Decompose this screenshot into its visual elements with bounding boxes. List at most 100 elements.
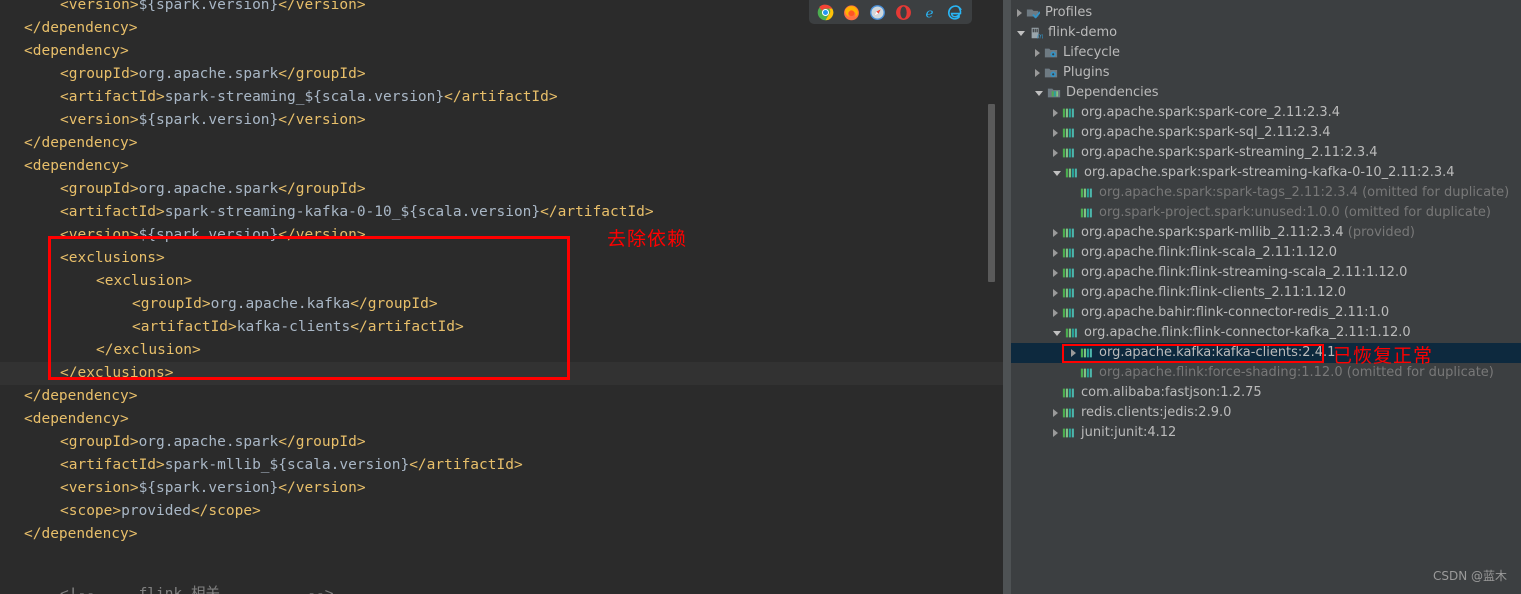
maven-tree-row[interactable]: Dependencies [1011,83,1521,103]
edge-icon[interactable] [947,4,964,21]
maven-tree-row[interactable]: org.apache.spark:spark-tags_2.11:2.3.4 (… [1011,183,1521,203]
chevron-right-icon[interactable] [1071,349,1076,357]
browser-preview-bar[interactable]: e [809,0,972,24]
code-line[interactable]: <version>${spark.version}</version> [0,224,1003,247]
dependency-icon [1065,168,1077,178]
chevron-down-icon[interactable] [1053,170,1061,176]
dependency-icon [1062,248,1074,258]
maven-tree-row-label: org.apache.spark:spark-tags_2.11:2.3.4 (… [1099,185,1510,200]
maven-tree-row-label: Dependencies [1066,85,1159,100]
maven-tree-row[interactable]: Profiles [1011,3,1521,23]
dependency-icon [1062,388,1074,398]
chevron-down-icon[interactable] [1053,330,1061,336]
code-line[interactable]: <version>${spark.version}</version> [0,109,1003,132]
chevron-right-icon[interactable] [1053,409,1058,417]
chevron-right-icon[interactable] [1053,269,1058,277]
chevron-right-icon[interactable] [1053,129,1058,137]
maven-tree-row[interactable]: org.apache.flink:flink-streaming-scala_2… [1011,263,1521,283]
opera-icon[interactable] [895,4,912,21]
code-line[interactable]: <groupId>org.apache.spark</groupId> [0,431,1003,454]
code-line[interactable]: <groupId>org.apache.kafka</groupId> [0,293,1003,316]
code-line[interactable]: <artifactId>spark-streaming_${scala.vers… [0,86,1003,109]
code-line[interactable]: </dependency> [0,132,1003,155]
csdn-watermark: CSDN @蓝木 [1432,569,1507,583]
maven-tree-row[interactable]: org.apache.flink:flink-clients_2.11:1.12… [1011,283,1521,303]
chevron-right-icon[interactable] [1053,289,1058,297]
maven-tree-row[interactable]: org.apache.spark:spark-sql_2.11:2.3.4 [1011,123,1521,143]
profiles-icon [1026,9,1040,19]
chevron-down-icon[interactable] [1035,90,1043,96]
code-line[interactable]: </exclusions> [0,362,1003,385]
chevron-right-icon[interactable] [1035,49,1040,57]
code-line[interactable]: <artifactId>spark-mllib_${scala.version}… [0,454,1003,477]
editor-scrollbar-track[interactable] [985,0,997,594]
firefox-icon[interactable] [843,4,860,21]
maven-annotation-label: 已恢复正常 [1333,345,1434,367]
chevron-right-icon[interactable] [1017,9,1022,17]
maven-tree-row[interactable]: com.alibaba:fastjson:1.2.75 [1011,383,1521,403]
maven-tree-row-label: org.apache.flink:force-shading:1.12.0 (o… [1099,365,1494,380]
code-line[interactable]: <dependency> [0,408,1003,431]
maven-tree-row[interactable]: junit:junit:4.12 [1011,423,1521,443]
maven-tree-row[interactable]: org.apache.spark:spark-streaming-kafka-0… [1011,163,1521,183]
maven-tree-row[interactable]: Plugins [1011,63,1521,83]
chevron-right-icon[interactable] [1053,109,1058,117]
maven-tree-row[interactable]: org.apache.flink:flink-connector-kafka_2… [1011,323,1521,343]
panel-divider[interactable] [1003,0,1011,594]
dependency-icon [1080,368,1092,378]
code-line[interactable]: <groupId>org.apache.spark</groupId> [0,63,1003,86]
dependency-icon [1062,268,1074,278]
chevron-right-icon[interactable] [1053,309,1058,317]
code-line[interactable]: <dependency> [0,155,1003,178]
code-line[interactable]: <version>${spark.version}</version> [0,477,1003,500]
code-line[interactable]: <artifactId>spark-streaming-kafka-0-10_$… [0,201,1003,224]
chrome-icon[interactable] [817,4,834,21]
chevron-right-icon[interactable] [1053,429,1058,437]
maven-tree-row-label: org.apache.spark:spark-core_2.11:2.3.4 [1081,105,1341,120]
code-line[interactable]: </dependency> [0,523,1003,546]
maven-tree-row[interactable]: org.apache.kafka:kafka-clients:2.4.1 [1011,343,1521,363]
editor-scrollbar-thumb[interactable] [988,104,995,282]
code-line[interactable]: <scope>provided</scope> [0,500,1003,523]
maven-tool-window[interactable]: Profiles m flink-demo Lifecycle Plugins Depen… [1011,0,1521,594]
svg-text:e: e [926,6,934,21]
chevron-right-icon[interactable] [1053,229,1058,237]
maven-tree-row[interactable]: org.apache.bahir:flink-connector-redis_2… [1011,303,1521,323]
code-line[interactable]: <dependency> [0,40,1003,63]
maven-tree-row-label: redis.clients:jedis:2.9.0 [1081,405,1232,420]
maven-tree-row[interactable]: org.apache.flink:force-shading:1.12.0 (o… [1011,363,1521,383]
maven-tree-row[interactable]: org.apache.spark:spark-streaming_2.11:2.… [1011,143,1521,163]
chevron-down-icon[interactable] [1017,30,1025,36]
maven-tree-row[interactable]: org.apache.flink:flink-scala_2.11:1.12.0 [1011,243,1521,263]
maven-tree-row-label: org.spark-project.spark:unused:1.0.0 (om… [1099,205,1491,220]
dependency-icon [1080,348,1092,358]
maven-tree-row-label: org.apache.spark:spark-mllib_2.11:2.3.4 … [1081,225,1415,240]
maven-tree-row[interactable]: org.apache.spark:spark-mllib_2.11:2.3.4 … [1011,223,1521,243]
code-line[interactable]: <groupId>org.apache.spark</groupId> [0,178,1003,201]
safari-icon[interactable] [869,4,886,21]
code-line[interactable]: <exclusion> [0,270,1003,293]
chevron-right-icon[interactable] [1053,249,1058,257]
internet-explorer-icon[interactable]: e [921,4,938,21]
code-line-partial: <!-- flink 相关 --> [60,586,334,594]
folder-gear-icon [1044,68,1058,78]
code-editor[interactable]: <version>${spark.version}</version> </dep… [0,0,1003,594]
chevron-right-icon[interactable] [1053,149,1058,157]
chevron-right-icon[interactable] [1035,69,1040,77]
dependency-icon [1065,328,1077,338]
maven-tree-row[interactable]: redis.clients:jedis:2.9.0 [1011,403,1521,423]
maven-tree-row-label: Plugins [1063,65,1110,80]
code-line[interactable]: <exclusions> [0,247,1003,270]
code-line[interactable]: </exclusion> [0,339,1003,362]
maven-tree-row[interactable]: org.apache.spark:spark-core_2.11:2.3.4 [1011,103,1521,123]
maven-tree-row[interactable]: org.spark-project.spark:unused:1.0.0 (om… [1011,203,1521,223]
maven-tree-row[interactable]: Lifecycle [1011,43,1521,63]
maven-tree-row[interactable]: m flink-demo [1011,23,1521,43]
code-line[interactable]: </dependency> [0,385,1003,408]
editor-annotation-label: 去除依赖 [607,228,688,250]
code-line[interactable]: <artifactId>kafka-clients</artifactId> [0,316,1003,339]
maven-tree-row-label: org.apache.flink:flink-clients_2.11:1.12… [1081,285,1347,300]
